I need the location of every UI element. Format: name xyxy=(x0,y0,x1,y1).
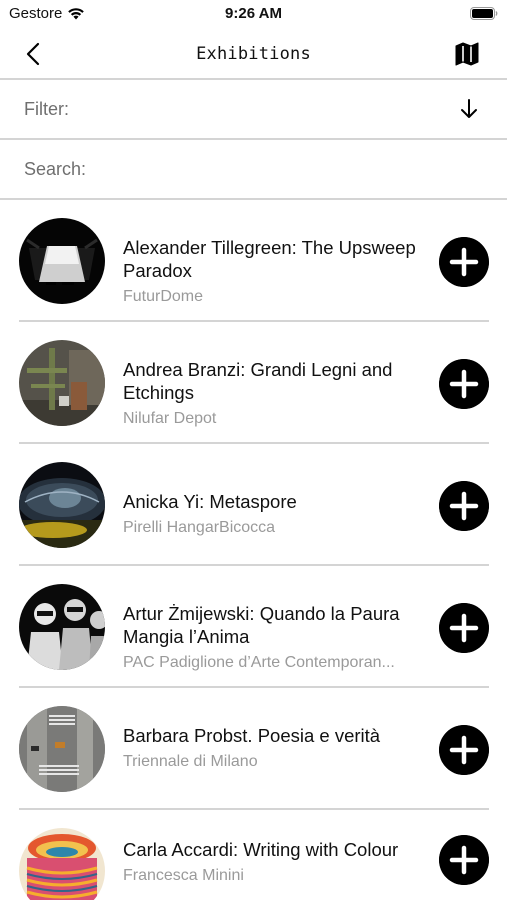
add-button[interactable] xyxy=(439,481,489,531)
exhibition-thumbnail xyxy=(19,828,105,900)
filter-row[interactable]: Filter: xyxy=(0,80,507,140)
add-button[interactable] xyxy=(439,835,489,885)
list-item[interactable]: Andrea Branzi: Grandi Legni and Etchings… xyxy=(0,322,507,444)
add-button[interactable] xyxy=(439,603,489,653)
exhibition-title: Alexander Tillegreen: The Upsweep Parado… xyxy=(123,237,416,281)
map-button[interactable] xyxy=(453,40,481,68)
arrow-down-icon[interactable] xyxy=(457,97,481,121)
item-text: Artur Żmijewski: Quando la Paura Mangia … xyxy=(123,602,423,672)
exhibition-venue: PAC Padiglione d’Arte Contemporan... xyxy=(123,654,395,671)
exhibition-thumbnail xyxy=(19,462,105,548)
exhibition-venue: Pirelli HangarBicocca xyxy=(123,519,276,536)
add-button[interactable] xyxy=(439,359,489,409)
exhibition-title: Artur Żmijewski: Quando la Paura Mangia … xyxy=(123,603,400,647)
list-item[interactable]: Barbara Probst. Poesia e verità Triennal… xyxy=(0,688,507,810)
search-row[interactable]: Search: xyxy=(0,140,507,200)
exhibition-title: Andrea Branzi: Grandi Legni and Etchings xyxy=(123,359,393,403)
page-title: Exhibitions xyxy=(196,44,311,64)
item-text: Anicka Yi: Metaspore Pirelli HangarBicoc… xyxy=(123,490,423,537)
exhibition-venue: FuturDome xyxy=(123,288,204,305)
add-button[interactable] xyxy=(439,237,489,287)
exhibition-venue: Nilufar Depot xyxy=(123,410,217,427)
exhibition-list: Alexander Tillegreen: The Upsweep Parado… xyxy=(0,200,507,900)
exhibition-title: Anicka Yi: Metaspore xyxy=(123,491,297,512)
exhibition-thumbnail xyxy=(19,218,105,304)
search-label: Search: xyxy=(24,159,87,179)
list-item[interactable]: Artur Żmijewski: Quando la Paura Mangia … xyxy=(0,566,507,688)
exhibition-venue: Francesca Minini xyxy=(123,867,244,884)
exhibition-thumbnail xyxy=(19,340,105,426)
map-icon xyxy=(455,42,479,66)
exhibition-title: Barbara Probst. Poesia e verità xyxy=(123,725,381,746)
item-text: Carla Accardi: Writing with Colour Franc… xyxy=(123,838,423,885)
filter-label: Filter: xyxy=(24,99,69,119)
list-item[interactable]: Alexander Tillegreen: The Upsweep Parado… xyxy=(0,200,507,322)
exhibition-thumbnail xyxy=(19,584,105,670)
battery-icon xyxy=(470,7,498,20)
exhibition-venue: Triennale di Milano xyxy=(123,753,258,770)
status-bar: Gestore 9:26 AM xyxy=(0,0,507,28)
navigation-bar: Exhibitions xyxy=(0,28,507,80)
exhibitions-screen: Gestore 9:26 AM Exhibitions Filter: Sear… xyxy=(0,0,507,900)
item-text: Barbara Probst. Poesia e verità Triennal… xyxy=(123,724,423,771)
exhibition-title: Carla Accardi: Writing with Colour xyxy=(123,839,399,860)
list-item[interactable]: Anicka Yi: Metaspore Pirelli HangarBicoc… xyxy=(0,444,507,566)
exhibition-thumbnail xyxy=(19,706,105,792)
item-text: Andrea Branzi: Grandi Legni and Etchings… xyxy=(123,358,423,428)
add-button[interactable] xyxy=(439,725,489,775)
status-time: 9:26 AM xyxy=(225,5,282,22)
item-text: Alexander Tillegreen: The Upsweep Parado… xyxy=(123,236,423,306)
list-item[interactable]: Carla Accardi: Writing with Colour Franc… xyxy=(0,810,507,900)
